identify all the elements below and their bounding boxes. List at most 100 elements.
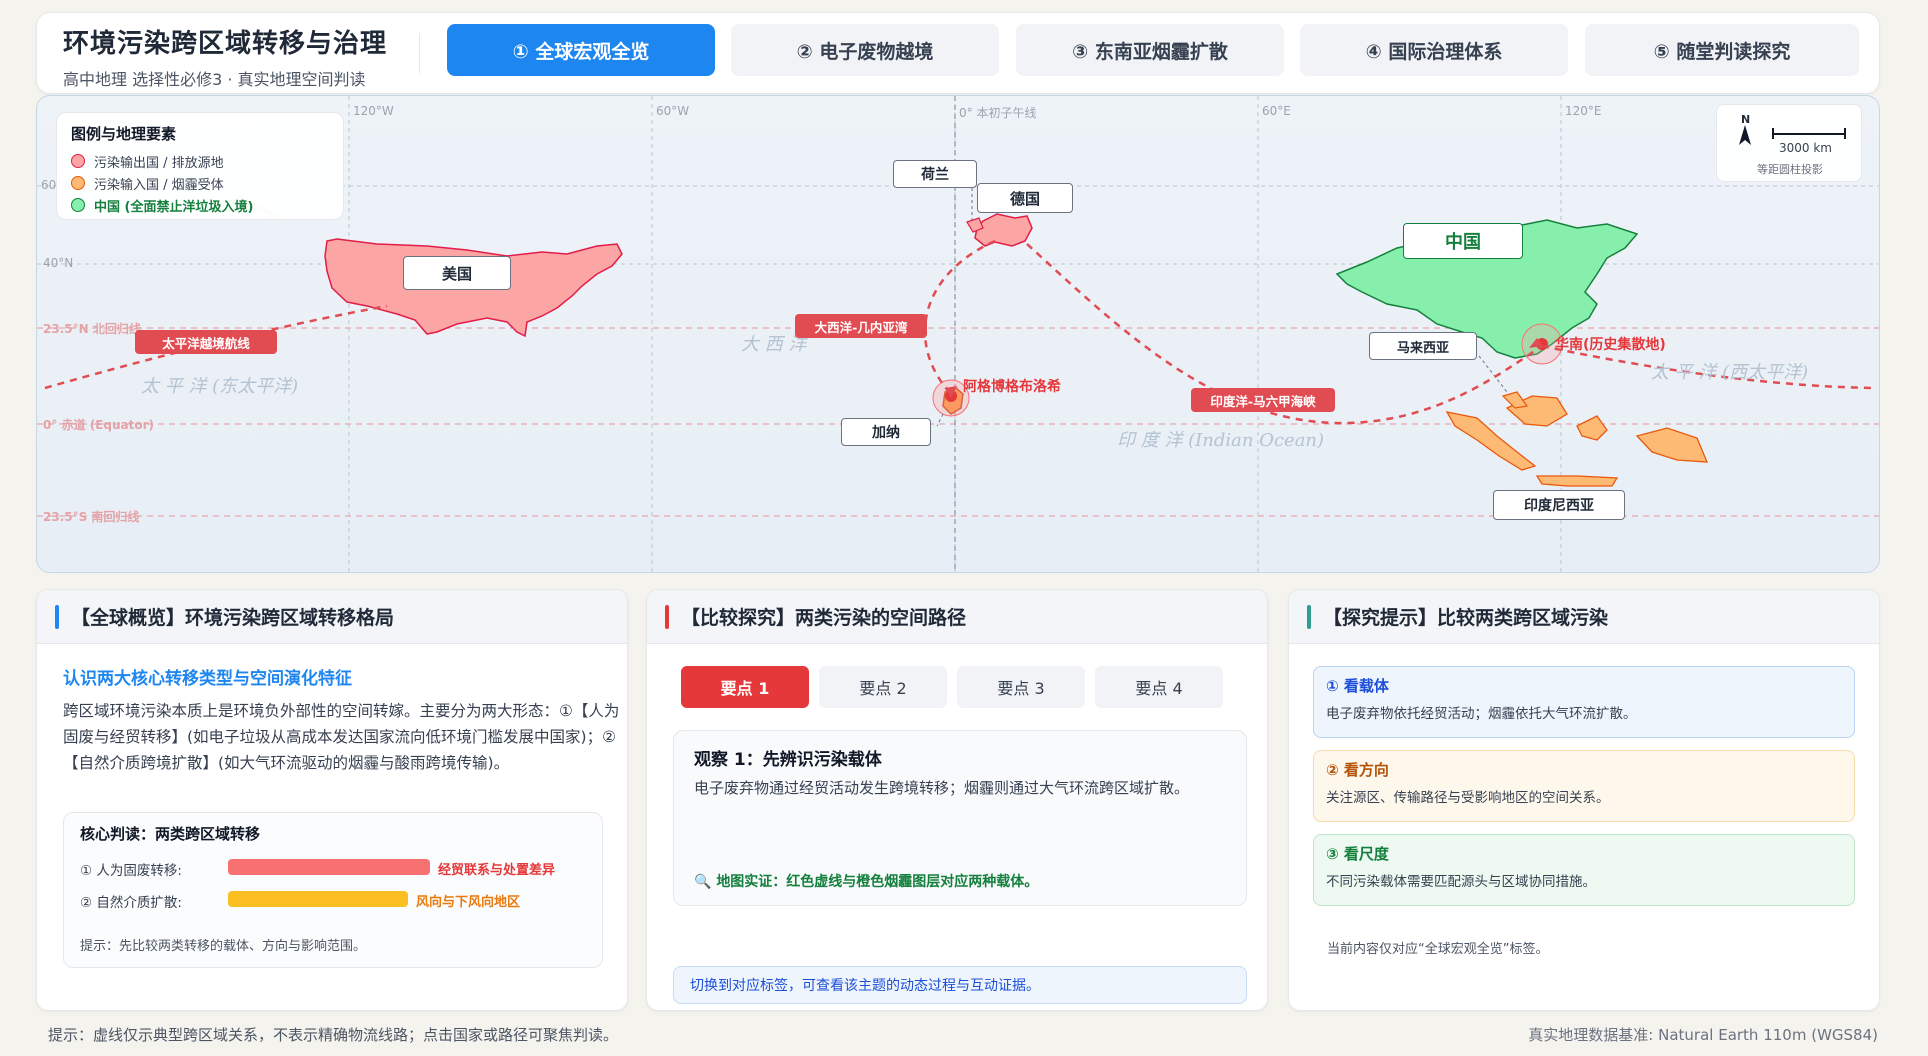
tip-title: ① 看载体 (1326, 677, 1389, 695)
ocean-pacific-west: 太 平 洋 (西太平洋) (1651, 362, 1809, 383)
footer-data-source: 真实地理数据基准: Natural Earth 110m (WGS84) (1528, 1026, 1878, 1044)
core-bar-natural (228, 891, 408, 907)
germany-shape[interactable] (974, 213, 1033, 247)
map-legend: 图例与地理要素 污染输出国 / 排放源地 污染输入国 / 烟霾受体 中国 (全面… (56, 112, 344, 220)
accent-bar (1307, 604, 1311, 629)
card-compare: 【比较探究】两类污染的空间路径 要点 1 要点 2 要点 3 要点 4 观察 1… (646, 589, 1268, 1011)
legend-receiver-swatch (71, 176, 85, 190)
card-tips-header: 【探究提示】比较两类跨区域污染 (1289, 590, 1879, 644)
point-tab-2[interactable]: 要点 2 (819, 666, 947, 708)
card-tips-title: 【探究提示】比较两类跨区域污染 (1323, 607, 1609, 629)
lon-120w-label: 120°W (353, 104, 394, 118)
magnifier-icon: 🔍 (694, 874, 712, 890)
malaysia-leader (1478, 355, 1508, 393)
country-label-malaysia[interactable]: 马来西亚 (1369, 332, 1477, 360)
route-label-pacific[interactable]: 太平洋越境航线 (135, 330, 277, 354)
footer-hint: 提示：虚线仅示典型跨区域关系，不表示精确物流线路；点击国家或路径可聚焦判读。 (48, 1026, 619, 1044)
tip-text: 不同污染载体需要匹配源头与区域协同措施。 (1326, 874, 1596, 890)
core-bar-solid-waste (228, 859, 430, 875)
place-south-china[interactable]: 华南(历史集散地) (1555, 334, 1666, 354)
overview-subtitle: 认识两大核心转移类型与空间演化特征 (63, 669, 352, 689)
lon-120e-label: 120°E (1565, 104, 1602, 118)
route-label-atlantic[interactable]: 大西洋-几内亚湾 (795, 314, 927, 338)
ocean-indian: 印 度 洋 (Indian Ocean) (1117, 430, 1325, 451)
tab-governance[interactable]: ④ 国际治理体系 (1300, 24, 1568, 76)
legend-item-china: 中国 (全面禁止洋垃圾入境) (71, 194, 329, 216)
tab-haze[interactable]: ③ 东南亚烟霾扩散 (1016, 24, 1284, 76)
place-agbogbloshie[interactable]: 阿格博格布洛希 (963, 376, 1061, 396)
route-label-indian[interactable]: 印度洋-马六甲海峡 (1191, 388, 1335, 412)
app-subtitle: 高中地理 选择性必修3 · 真实地理空间判读 (63, 70, 366, 89)
card-overview-header: 【全球概览】环境污染跨区域转移格局 (37, 590, 627, 644)
equator-label: 0° 赤道 (Equator) (43, 418, 155, 432)
lon-0-label: 0° 本初子午线 (959, 106, 1037, 120)
country-label-germany[interactable]: 德国 (977, 183, 1073, 213)
observation-box: 观察 1：先辨识污染载体 电子废弃物通过经贸活动发生跨境转移；烟霾则通过大气环流… (673, 730, 1247, 906)
point-tab-4[interactable]: 要点 4 (1095, 666, 1223, 708)
point-tab-1[interactable]: 要点 1 (681, 666, 809, 708)
tip-carrier: ① 看载体 电子废弃物依托经贸活动；烟霾依托大气环流扩散。 (1313, 666, 1855, 738)
legend-label: 污染输出国 / 排放源地 (94, 155, 224, 171)
card-compare-title: 【比较探究】两类污染的空间路径 (681, 607, 967, 629)
north-arrow-icon (1739, 125, 1751, 145)
core-judgement-box: 核心判读：两类跨区域转移 ① 人为固废转移: 经贸联系与处置差异 ② 自然介质扩… (63, 812, 603, 968)
ocean-pacific-east: 太 平 洋 (东太平洋) (141, 376, 299, 397)
indonesia-shape[interactable] (1445, 395, 1709, 487)
tab-quiz[interactable]: ⑤ 随堂判读探究 (1585, 24, 1859, 76)
scale-text: 3000 km (1779, 141, 1832, 155)
app-title: 环境污染跨区域转移与治理 (63, 29, 388, 59)
map-evidence: 🔍 地图实证：红色虚线与橙色烟霾图层对应两种载体。 (694, 871, 1038, 891)
malaysia-shape[interactable] (1501, 391, 1529, 409)
switch-tab-hint: 切换到对应标签，可查看该主题的动态过程与互动证据。 (673, 966, 1247, 1004)
card-compare-header: 【比较探究】两类污染的空间路径 (647, 590, 1267, 644)
observation-text: 电子废弃物通过经贸活动发生跨境转移；烟霾则通过大气环流跨区域扩散。 (694, 779, 1190, 797)
legend-china-swatch (71, 198, 85, 212)
card-overview-title: 【全球概览】环境污染跨区域转移格局 (71, 607, 395, 629)
point-tab-3[interactable]: 要点 3 (957, 666, 1085, 708)
compass-scale: N 3000 km 等距圆柱投影 (1716, 104, 1862, 182)
legend-label: 污染输入国 / 烟霾受体 (94, 177, 224, 193)
accent-bar (665, 604, 669, 629)
observation-title: 观察 1：先辨识污染载体 (694, 750, 882, 770)
core-hint: 提示：先比较两类转移的载体、方向与影响范围。 (80, 939, 367, 954)
world-map[interactable]: 120°W 60°W 0° 本初子午线 60°E 120°E 60°N 40°N… (36, 95, 1880, 573)
lat-40-label: 40°N (43, 256, 74, 270)
core-title: 核心判读：两类跨区域转移 (80, 825, 261, 843)
tips-footnote: 当前内容仅对应“全球宏观全览”标签。 (1327, 942, 1549, 957)
scale-bar-icon (1772, 128, 1846, 139)
tip-text: 关注源区、传输路径与受影响地区的空间关系。 (1326, 790, 1610, 806)
tropic-n-label: 23.5°N 北回归线 (43, 322, 141, 336)
projection-text: 等距圆柱投影 (1757, 163, 1823, 176)
tip-direction: ② 看方向 关注源区、传输路径与受影响地区的空间关系。 (1313, 750, 1855, 822)
lon-60w-label: 60°W (656, 104, 690, 118)
accent-bar (55, 604, 59, 629)
card-tips: 【探究提示】比较两类跨区域污染 ① 看载体 电子废弃物依托经贸活动；烟霾依托大气… (1288, 589, 1880, 1011)
tab-ewaste[interactable]: ② 电子废物越境 (731, 24, 999, 76)
country-label-usa[interactable]: 美国 (403, 256, 511, 290)
country-label-netherlands[interactable]: 荷兰 (893, 160, 977, 188)
overview-paragraph: 跨区域环境污染本质上是环境负外部性的空间转嫁。主要分为两大形态：①【人为固废与经… (63, 702, 620, 772)
legend-label: 中国 (全面禁止洋垃圾入境) (94, 199, 254, 215)
lon-60e-label: 60°E (1262, 104, 1291, 118)
tip-scale: ③ 看尺度 不同污染载体需要匹配源头与区域协同措施。 (1313, 834, 1855, 906)
header-divider (419, 33, 420, 73)
country-label-china[interactable]: 中国 (1403, 223, 1523, 259)
map-evidence-text: 地图实证：红色虚线与橙色烟霾图层对应两种载体。 (716, 874, 1039, 890)
core-tag-natural: 风向与下风向地区 (416, 895, 521, 910)
core-tag-solid-waste: 经贸联系与处置差异 (438, 863, 556, 878)
legend-item-source: 污染输出国 / 排放源地 (71, 150, 329, 172)
tip-text: 电子废弃物依托经贸活动；烟霾依托大气环流扩散。 (1326, 706, 1637, 722)
country-label-ghana[interactable]: 加纳 (841, 418, 931, 446)
tip-title: ② 看方向 (1326, 761, 1389, 779)
app-header: 环境污染跨区域转移与治理 高中地理 选择性必修3 · 真实地理空间判读 ① 全球… (36, 12, 1880, 94)
tropic-s-label: 23.5°S 南回归线 (43, 510, 140, 524)
tropics (37, 327, 1879, 517)
legend-source-swatch (71, 154, 85, 168)
tab-global-overview[interactable]: ① 全球宏观全览 (447, 24, 715, 76)
legend-title: 图例与地理要素 (71, 125, 177, 143)
title-block: 环境污染跨区域转移与治理 高中地理 选择性必修3 · 真实地理空间判读 (63, 23, 387, 90)
core-row-label: ② 自然介质扩散: (80, 895, 182, 911)
tip-title: ③ 看尺度 (1326, 845, 1389, 863)
country-label-indonesia[interactable]: 印度尼西亚 (1493, 490, 1625, 520)
legend-item-receiver: 污染输入国 / 烟霾受体 (71, 172, 329, 194)
